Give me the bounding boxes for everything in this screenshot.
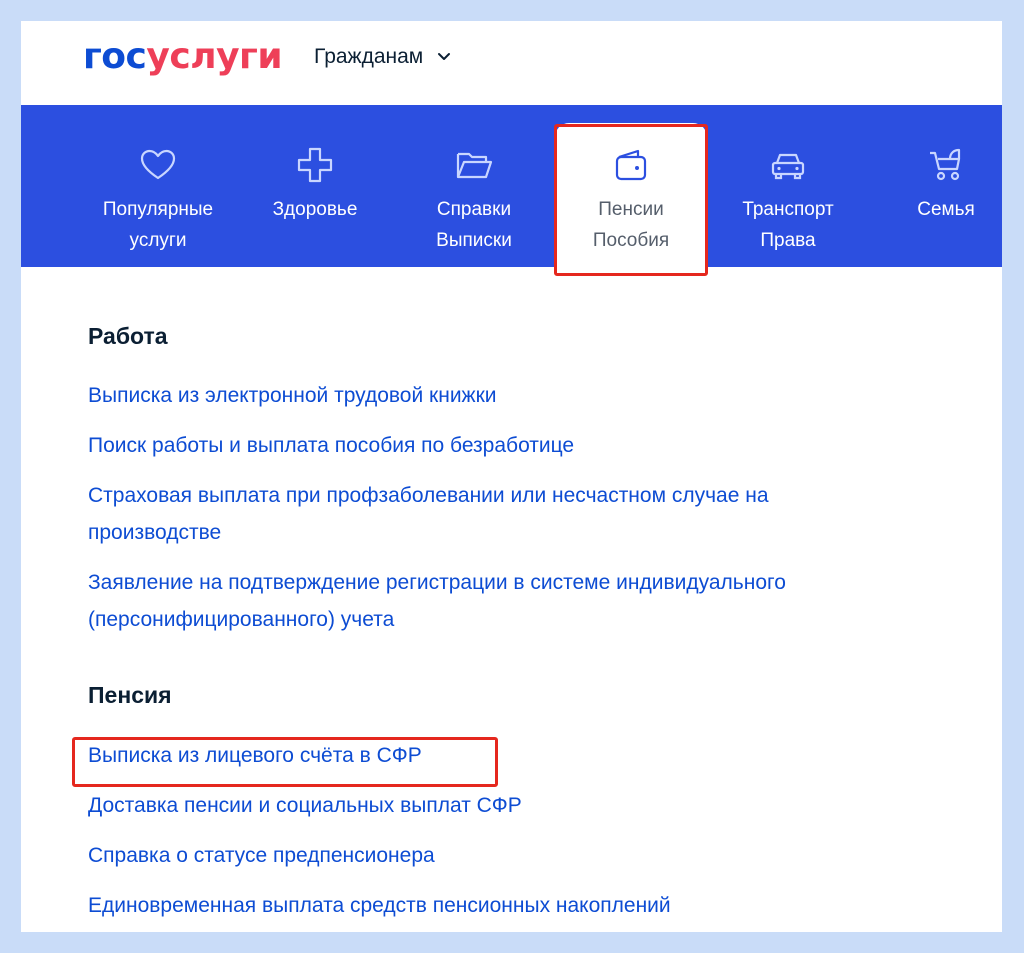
- logo-part-gos: гос: [83, 36, 147, 77]
- category-certificates[interactable]: Справки Выписки: [414, 105, 534, 267]
- car-icon: [771, 153, 805, 180]
- service-link[interactable]: Справка о статусе предпенсионера: [88, 837, 948, 874]
- category-label: Выписки: [436, 230, 512, 251]
- service-link[interactable]: (персонифицированного) учета: [88, 601, 948, 638]
- logo-part-uslugi: услуги: [146, 36, 283, 77]
- folder-icon: [456, 152, 493, 179]
- service-link[interactable]: Доставка пенсии и социальных выплат СФР: [88, 787, 948, 824]
- service-link[interactable]: Поиск работы и выплата пособия по безраб…: [88, 427, 948, 464]
- heart-icon: [140, 149, 176, 180]
- category-label: Здоровье: [272, 199, 358, 220]
- audience-dropdown[interactable]: Гражданам: [314, 43, 451, 71]
- category-label: Справки: [436, 199, 512, 220]
- gosuslugi-page: госуслуги Гражданам Популярные услуги Зд…: [21, 21, 1002, 932]
- category-pensions-benefits[interactable]: Пенсии Пособия: [555, 123, 707, 267]
- category-popular-services[interactable]: Популярные услуги: [85, 105, 231, 267]
- screenshot-frame: госуслуги Гражданам Популярные услуги Зд…: [0, 0, 1024, 953]
- audience-label: Гражданам: [314, 45, 424, 68]
- wallet-icon: [615, 149, 647, 181]
- site-header: госуслуги Гражданам: [21, 21, 1002, 105]
- service-link[interactable]: производстве: [88, 514, 948, 551]
- service-link[interactable]: Страховая выплата при профзаболевании ил…: [88, 477, 948, 514]
- category-nav: Популярные услуги Здоровье Справки Выписки: [21, 105, 1002, 267]
- category-label: Права: [760, 230, 816, 251]
- category-health[interactable]: Здоровье: [255, 105, 375, 267]
- gosuslugi-logo[interactable]: госуслуги: [83, 35, 283, 79]
- category-label: Популярные: [102, 199, 214, 220]
- category-label: Пенсии: [598, 199, 664, 220]
- service-link[interactable]: Заявление на подтверждение регистрации в…: [88, 564, 948, 601]
- section-title-work: Работа: [88, 323, 168, 349]
- category-label: Транспорт: [742, 199, 834, 220]
- category-label: услуги: [129, 230, 187, 251]
- stroller-icon: [930, 148, 961, 181]
- chevron-down-icon: [438, 53, 451, 60]
- section-title-pension: Пенсия: [88, 682, 172, 708]
- service-link[interactable]: Единовременная выплата средств пенсионны…: [88, 887, 948, 924]
- category-label: Пособия: [592, 230, 670, 251]
- category-label: Семья: [917, 199, 975, 220]
- category-transport[interactable]: Транспорт Права: [726, 105, 850, 267]
- medical-cross-icon: [297, 147, 333, 183]
- service-link[interactable]: Выписка из электронной трудовой книжки: [88, 377, 948, 414]
- category-family[interactable]: Семья: [901, 105, 991, 267]
- service-link[interactable]: Выписка из лицевого счёта в СФР: [88, 737, 948, 774]
